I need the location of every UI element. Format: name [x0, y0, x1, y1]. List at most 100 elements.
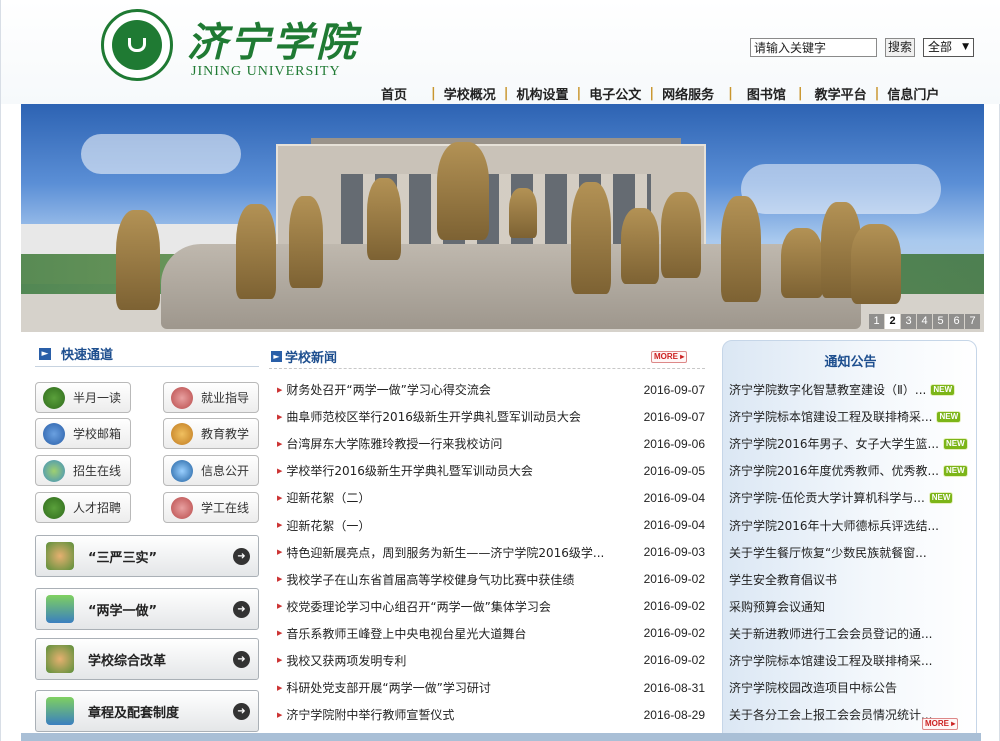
nav-item-about[interactable]: 学校概况: [444, 84, 496, 103]
news-item-title[interactable]: 我校学子在山东省首届高等学校健身气功比赛中获佳绩: [286, 571, 629, 588]
quick-link-recruitment[interactable]: 人才招聘: [35, 492, 131, 523]
notice-item[interactable]: 济宁学院标本馆建设工程及联排椅采...: [729, 647, 975, 674]
footer-strip: [21, 733, 981, 741]
quick-link-mailbox[interactable]: 学校邮箱: [35, 418, 131, 449]
notice-item[interactable]: 济宁学院2016年度优秀教师、优秀教... NEW: [729, 457, 975, 484]
bullet-icon: ▶: [277, 466, 283, 475]
news-item[interactable]: ▶ 音乐系教师王峰登上中央电视台星光大道舞台 2016-09-02: [277, 620, 705, 647]
news-item[interactable]: ▶ 迎新花絮（二） 2016-09-04: [277, 484, 705, 511]
quick-link-reading[interactable]: 半月一读: [35, 382, 131, 413]
slide-dot[interactable]: 3: [901, 314, 916, 329]
nav-item-home[interactable]: 首页: [381, 84, 407, 103]
news-item-title[interactable]: 科研处党支部开展“两学一做”学习研讨: [286, 679, 629, 696]
news-item-title[interactable]: 音乐系教师王峰登上中央电视台星光大道舞台: [286, 625, 629, 642]
news-item[interactable]: ▶ 我校学子在山东省首届高等学校健身气功比赛中获佳绩 2016-09-02: [277, 566, 705, 593]
news-item[interactable]: ▶ 迎新花絮（一） 2016-09-04: [277, 511, 705, 538]
feature-button-charter[interactable]: 章程及配套制度 ➜: [35, 690, 259, 732]
news-item[interactable]: ▶ 济宁学院附中举行教师宣誓仪式 2016-08-29: [277, 701, 705, 728]
nav-item-departments[interactable]: 机构设置: [517, 84, 569, 103]
notice-item[interactable]: 济宁学院-伍伦贡大学计算机科学与... NEW: [729, 484, 975, 511]
quick-link-admissions[interactable]: 招生在线: [35, 455, 131, 486]
slide-dot[interactable]: 7: [965, 314, 980, 329]
nav-separator: |: [649, 85, 655, 101]
quick-link-label: 招生在线: [73, 464, 122, 478]
notice-list: 济宁学院数字化智慧教室建设（Ⅱ）... NEW 济宁学院标本馆建设工程及联排椅采.…: [729, 376, 975, 728]
notice-item-title[interactable]: 济宁学院标本馆建设工程及联排椅采...: [729, 652, 932, 669]
notice-item-title[interactable]: 关于学生餐厅恢复“少数民族就餐窗...: [729, 544, 927, 561]
news-item-title[interactable]: 济宁学院附中举行教师宣誓仪式: [286, 706, 629, 723]
news-item-title[interactable]: 财务处召开“两学一做”学习心得交流会: [286, 381, 629, 398]
feature-button-reform[interactable]: 学校综合改革 ➜: [35, 638, 259, 680]
news-item-title[interactable]: 曲阜师范校区举行2016级新生开学典礼暨军训动员大会: [286, 408, 629, 425]
slide-dot-active[interactable]: 2: [885, 314, 900, 329]
notice-item-title[interactable]: 济宁学院-伍伦贡大学计算机科学与...: [729, 489, 925, 506]
slide-dot[interactable]: 1: [869, 314, 884, 329]
news-item[interactable]: ▶ 校党委理论学习中心组召开“两学一做”集体学习会 2016-09-02: [277, 593, 705, 620]
feature-button-label: “两学一做”: [88, 603, 158, 619]
notice-item[interactable]: 采购预算会议通知: [729, 593, 975, 620]
news-item[interactable]: ▶ 特色迎新展亮点，周到服务为新生——济宁学院2016级学... 2016-09-0…: [277, 539, 705, 566]
notice-item[interactable]: 学生安全教育倡议书: [729, 566, 975, 593]
notice-item-title[interactable]: 济宁学院2016年十大师德标兵评选结...: [729, 517, 939, 534]
feature-button-three-stricts[interactable]: “三严三实” ➜: [35, 535, 259, 577]
notice-item-title[interactable]: 采购预算会议通知: [729, 598, 825, 615]
news-item-title[interactable]: 迎新花絮（一）: [286, 517, 629, 534]
notice-item[interactable]: 济宁学院2016年十大师德标兵评选结...: [729, 511, 975, 538]
notice-item[interactable]: 关于学生餐厅恢复“少数民族就餐窗...: [729, 539, 975, 566]
notice-item-title[interactable]: 济宁学院2016年男子、女子大学生篮...: [729, 435, 939, 452]
quick-link-teaching[interactable]: 教育教学: [163, 418, 259, 449]
notice-item[interactable]: 济宁学院2016年男子、女子大学生篮... NEW: [729, 430, 975, 457]
bullet-icon: ▶: [277, 710, 283, 719]
notice-item-title[interactable]: 济宁学院校园改造项目中标公告: [729, 679, 897, 696]
notice-item-title[interactable]: 关于新进教师进行工会会员登记的通...: [729, 625, 932, 642]
news-item[interactable]: ▶ 台湾屏东大学陈雅玲教授一行来我校访问 2016-09-06: [277, 430, 705, 457]
notice-item[interactable]: 济宁学院校园改造项目中标公告: [729, 674, 975, 701]
notice-item-title[interactable]: 学生安全教育倡议书: [729, 571, 837, 588]
quick-link-disclosure[interactable]: 信息公开: [163, 455, 259, 486]
news-item[interactable]: ▶ 曲阜师范校区举行2016级新生开学典礼暨军训动员大会 2016-09-07: [277, 403, 705, 430]
notice-item[interactable]: 济宁学院数字化智慧教室建设（Ⅱ）... NEW: [729, 376, 975, 403]
news-heading[interactable]: 学校新闻: [285, 347, 337, 366]
slide-dot[interactable]: 4: [917, 314, 932, 329]
nav-item-library[interactable]: 图书馆: [747, 84, 786, 103]
quick-link-student-affairs[interactable]: 学工在线: [163, 492, 259, 523]
news-more-link[interactable]: MORE ▸: [651, 351, 688, 363]
tree-icon: [43, 386, 65, 409]
notice-heading[interactable]: 通知公告: [723, 351, 978, 370]
search-scope-select[interactable]: 全部 ▼: [923, 38, 974, 57]
news-item[interactable]: ▶ 学校举行2016级新生开学典礼暨军训动员大会 2016-09-05: [277, 457, 705, 484]
notice-item[interactable]: 济宁学院标本馆建设工程及联排椅采... NEW: [729, 403, 975, 430]
news-item[interactable]: ▶ 科研处党支部开展“两学一做”学习研讨 2016-08-31: [277, 674, 705, 701]
notice-item[interactable]: 关于新进教师进行工会会员登记的通...: [729, 620, 975, 647]
statue: [437, 142, 489, 240]
search-button[interactable]: 搜索: [885, 38, 915, 57]
nav-item-e-documents[interactable]: 电子公文: [589, 84, 641, 103]
slide-dot[interactable]: 5: [933, 314, 948, 329]
news-item-title[interactable]: 台湾屏东大学陈雅玲教授一行来我校访问: [286, 435, 629, 452]
news-item[interactable]: ▶ 我校又获两项发明专利 2016-09-02: [277, 647, 705, 674]
quick-link-employment[interactable]: 就业指导: [163, 382, 259, 413]
feature-button-two-studies[interactable]: “两学一做” ➜: [35, 588, 259, 630]
news-item[interactable]: ▶ 财务处召开“两学一做”学习心得交流会 2016-09-07: [277, 376, 705, 403]
nav-item-teaching-platform[interactable]: 教学平台: [815, 84, 867, 103]
bullet-icon: ▶: [277, 629, 283, 638]
bullet-icon: ▶: [277, 385, 283, 394]
news-item-title[interactable]: 学校举行2016级新生开学典礼暨军训动员大会: [286, 462, 629, 479]
nav-item-info-portal[interactable]: 信息门户: [887, 84, 939, 103]
hero-banner[interactable]: 1 2 3 4 5 6 7: [21, 104, 984, 332]
statue: [509, 188, 537, 238]
slide-dot[interactable]: 6: [949, 314, 964, 329]
news-item-title[interactable]: 迎新花絮（二）: [286, 489, 629, 506]
notice-more-link[interactable]: MORE ▸: [922, 718, 959, 730]
notice-item-title[interactable]: 济宁学院2016年度优秀教师、优秀教...: [729, 462, 939, 479]
search-input[interactable]: [750, 38, 877, 57]
news-item-title[interactable]: 我校又获两项发明专利: [286, 652, 629, 669]
news-item-title[interactable]: 校党委理论学习中心组召开“两学一做”集体学习会: [286, 598, 629, 615]
university-seal-logo[interactable]: [101, 9, 173, 81]
news-item-title[interactable]: 特色迎新展亮点，周到服务为新生——济宁学院2016级学...: [286, 544, 629, 561]
notice-item-title[interactable]: 济宁学院标本馆建设工程及联排椅采...: [729, 408, 932, 425]
notice-item-title[interactable]: 关于各分工会上报工会会员情况统计...: [729, 706, 932, 723]
university-name-logo[interactable]: 济宁学院: [187, 10, 359, 68]
nav-item-network-services[interactable]: 网络服务: [662, 84, 714, 103]
notice-item-title[interactable]: 济宁学院数字化智慧教室建设（Ⅱ）...: [729, 381, 926, 398]
